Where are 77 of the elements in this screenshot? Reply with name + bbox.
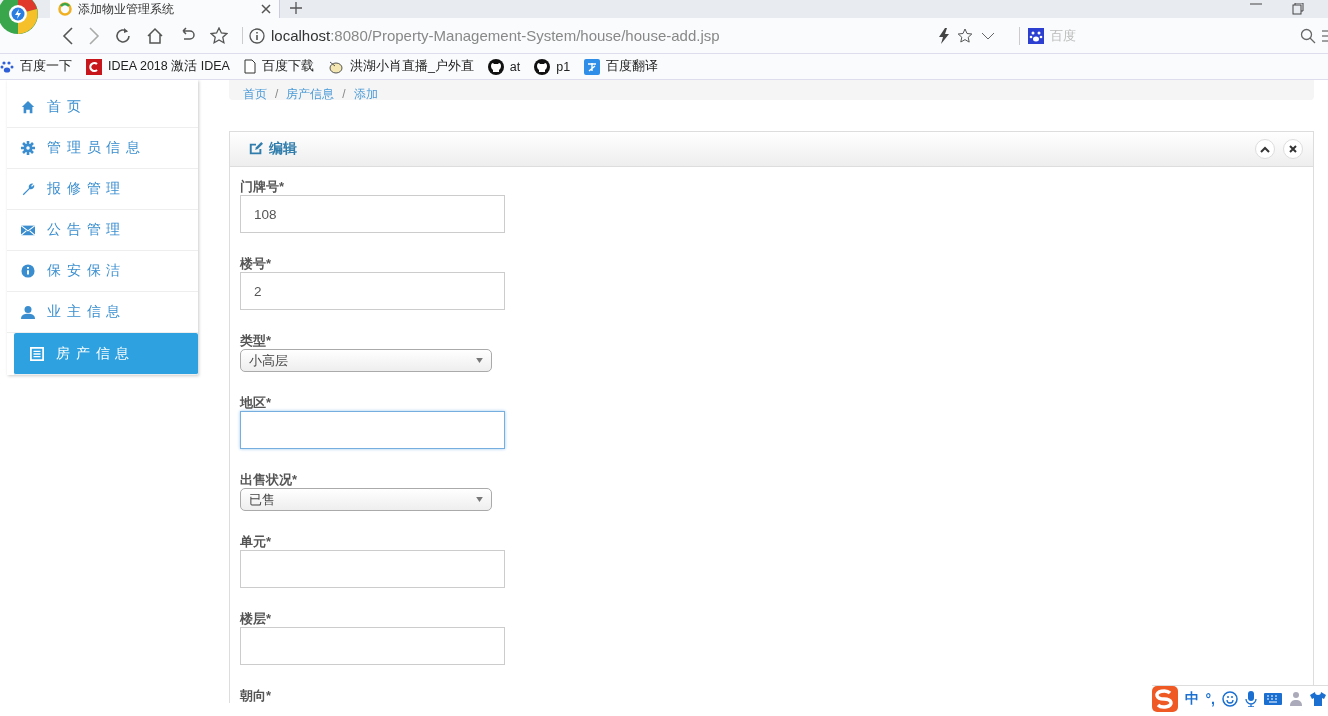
sidebar-item[interactable]: 报 修 管 理 [7, 169, 198, 210]
bookmark[interactable]: 洪湖小肖直播_户外直 [327, 58, 474, 75]
search-icon [1300, 27, 1316, 44]
shirt-icon [1310, 692, 1326, 706]
tab-logo-icon [58, 2, 72, 16]
sidebar-item[interactable]: 保 安 保 洁 [7, 251, 198, 292]
sidebar-item[interactable]: 首 页 [7, 87, 198, 128]
input-field[interactable] [240, 627, 505, 665]
smiley-icon [1222, 691, 1238, 707]
dropdown-arrow-icon [476, 497, 483, 502]
input-field[interactable] [240, 411, 505, 449]
bookmark[interactable]: IDEA 2018 激活 IDEA [86, 58, 230, 75]
github-icon [487, 58, 504, 75]
field-label: 朝向* [240, 688, 272, 703]
home-icon [146, 26, 164, 45]
close-icon [1289, 145, 1297, 153]
reload-icon [114, 26, 132, 45]
menu-icon [1322, 28, 1328, 43]
field-label: 地区* [240, 395, 272, 410]
bookmark[interactable]: at [487, 58, 521, 75]
bookmark[interactable]: 百度一下 [0, 58, 72, 75]
info-icon [21, 264, 35, 278]
restore-icon [1292, 3, 1304, 15]
field-label: 门牌号* [240, 179, 285, 194]
bookmark[interactable]: 百度下载 [243, 58, 314, 75]
breadcrumb-separator: / [342, 88, 346, 100]
translate-icon [584, 58, 601, 75]
browser-tab[interactable]: 添加物业管理系统 [50, 0, 280, 18]
info-icon [249, 27, 265, 44]
wrench-icon [21, 182, 35, 196]
close-button[interactable] [1283, 139, 1303, 159]
field-label: 楼号* [240, 256, 272, 271]
panel-title: 编辑 [269, 140, 297, 158]
input-field[interactable]: 2 [240, 272, 505, 310]
paw-icon [1028, 27, 1044, 44]
address-field[interactable]: localhost:8080/Property-Management-System/house/house-add.jsp [271, 27, 720, 44]
microphone-icon [1245, 691, 1257, 707]
github-icon [534, 58, 551, 75]
home-icon [21, 100, 35, 114]
paw-icon [0, 59, 14, 74]
minimize-icon [1250, 3, 1262, 5]
input-field[interactable]: 108 [240, 195, 505, 233]
list-icon [30, 346, 44, 361]
chevron-up-icon [1260, 145, 1270, 153]
field-label: 类型* [240, 333, 272, 348]
select-field[interactable]: 已售 [240, 488, 492, 511]
field-label: 单元* [240, 534, 272, 549]
keyboard-icon [1264, 693, 1282, 705]
forward-icon [88, 26, 100, 45]
tab-title: 添加物业管理系统 [78, 2, 175, 16]
close-icon [261, 4, 271, 14]
punctuation-toggle[interactable]: °, [1205, 691, 1215, 707]
envelope-icon [21, 223, 35, 237]
star-icon [210, 26, 228, 45]
bookmark[interactable]: 百度翻译 [584, 58, 659, 75]
settings-icon [21, 141, 35, 155]
input-field[interactable] [240, 550, 505, 588]
page-icon [243, 59, 256, 74]
breadcrumb-separator: / [275, 88, 279, 100]
select-field[interactable]: 小高层 [240, 349, 492, 372]
input-mode-toggle[interactable]: 中 [1184, 690, 1199, 708]
chevron-down-icon [981, 31, 995, 40]
back-icon [62, 26, 74, 45]
dropdown-arrow-icon [476, 358, 483, 363]
field-label: 出售状况* [240, 472, 298, 487]
c-logo-icon [86, 58, 102, 75]
user-icon [21, 305, 35, 319]
lightning-icon [939, 27, 949, 44]
bookmark[interactable]: p1 [534, 58, 571, 75]
sidebar-item[interactable]: 公 告 管 理 [7, 210, 198, 251]
star-icon [957, 27, 973, 44]
new-tab-icon [290, 2, 302, 14]
sidebar-item[interactable]: 管 理 员 信 息 [7, 128, 198, 169]
edit-icon [249, 142, 263, 156]
user-icon [1289, 691, 1303, 707]
field-label: 楼层* [240, 611, 272, 626]
collapse-button[interactable] [1255, 139, 1275, 159]
